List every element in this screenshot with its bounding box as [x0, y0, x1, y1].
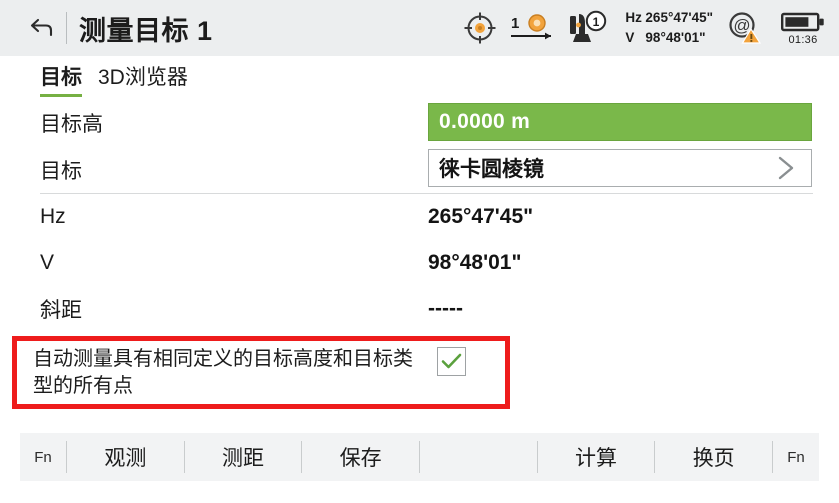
prism-count-label: 1 — [511, 15, 519, 32]
page-title: 测量目标 1 — [79, 15, 213, 46]
bottom-toolbar: Fn 观测 测距 保存 计算 换页 Fn — [20, 433, 819, 481]
label-target: 目标 — [40, 160, 82, 183]
status-bar: 1 1 Hz 265°47'45" V 98°48'01" @ 01:36 — [463, 0, 839, 56]
auto-measure-label: 自动测量具有相同定义的目标高度和目标类型的所有点 — [33, 347, 413, 397]
prism-count-icon[interactable]: 1 — [507, 11, 557, 45]
angle-label-v: V — [625, 30, 635, 45]
label-target-height: 目标高 — [40, 113, 103, 136]
fn-key-left[interactable]: Fn — [20, 433, 66, 481]
back-arrow-icon — [30, 18, 53, 37]
app-screen: 测量目标 1 1 1 Hz 265°47'45" V 98°48'01" @ 0… — [0, 0, 839, 503]
chevron-right-icon[interactable] — [773, 154, 811, 182]
angle-value-hz: 265°47'45" — [645, 10, 713, 26]
fn-key-right[interactable]: Fn — [773, 433, 819, 481]
back-button[interactable] — [18, 0, 66, 56]
target-select-value: 徕卡圆棱镜 — [439, 158, 544, 181]
target-crosshair-icon[interactable] — [463, 11, 497, 45]
target-select-field[interactable]: 徕卡圆棱镜 — [428, 149, 812, 187]
auto-measure-highlight-box: 自动测量具有相同定义的目标高度和目标类型的所有点 — [12, 336, 510, 409]
softkey-save[interactable]: 保存 — [302, 433, 419, 481]
tab-target-label: 目标 — [40, 66, 82, 89]
battery-indicator: 01:36 — [781, 11, 825, 46]
target-height-field[interactable]: 0.0000 m — [428, 103, 812, 141]
auto-measure-option[interactable]: 自动测量具有相同定义的目标高度和目标类型的所有点 — [17, 341, 505, 404]
battery-icon — [781, 12, 824, 31]
tab-target[interactable]: 目标 — [40, 61, 82, 97]
form-row-target: 目标 徕卡圆棱镜 — [0, 146, 839, 194]
tab-bar: 目标 3D浏览器 — [0, 56, 839, 100]
label-slope-distance: 斜距 — [40, 299, 82, 322]
angle-row-hz: Hz 265°47'45" — [625, 8, 713, 28]
softkey-next-page[interactable]: 换页 — [655, 433, 772, 481]
angle-label-hz: Hz — [625, 10, 642, 26]
svg-text:@: @ — [733, 16, 750, 35]
angle-readout: Hz 265°47'45" V 98°48'01" — [625, 8, 713, 47]
svg-text:1: 1 — [593, 15, 600, 29]
value-v: 98°48'01" — [428, 251, 522, 274]
softkey-empty — [420, 433, 537, 481]
check-mark-icon — [441, 353, 462, 369]
softkey-calculate[interactable]: 计算 — [538, 433, 655, 481]
header-divider — [66, 12, 67, 44]
angle-row-v: V 98°48'01" — [625, 28, 713, 48]
header-bar: 测量目标 1 1 1 Hz 265°47'45" V 98°48'01" @ 0… — [0, 0, 839, 56]
angle-value-v: 98°48'01" — [645, 30, 706, 45]
at-sign-warning-icon[interactable]: @ — [727, 11, 763, 45]
form-row-v: V 98°48'01" — [0, 240, 839, 286]
instrument-face-1-icon[interactable]: 1 — [567, 10, 609, 46]
value-slope-distance: ----- — [428, 297, 463, 320]
value-hz: 265°47'45" — [428, 205, 534, 228]
target-height-value: 0.0000 m — [439, 110, 531, 133]
softkey-observe[interactable]: 观测 — [67, 433, 184, 481]
form-panel: 目标高 0.0000 m 目标 徕卡圆棱镜 Hz 265°47'45" V 98… — [0, 100, 839, 332]
form-row-hz: Hz 265°47'45" — [0, 194, 839, 240]
tab-3d-viewer-label: 3D浏览器 — [98, 66, 188, 89]
label-v: V — [40, 251, 55, 274]
label-hz: Hz — [40, 205, 66, 228]
softkey-distance[interactable]: 测距 — [185, 433, 302, 481]
form-row-target-height: 目标高 0.0000 m — [0, 100, 839, 146]
tab-3d-viewer[interactable]: 3D浏览器 — [98, 61, 188, 95]
auto-measure-checkbox[interactable] — [437, 347, 466, 376]
battery-time-label: 01:36 — [788, 33, 818, 46]
form-row-slope-distance: 斜距 ----- — [0, 286, 839, 332]
